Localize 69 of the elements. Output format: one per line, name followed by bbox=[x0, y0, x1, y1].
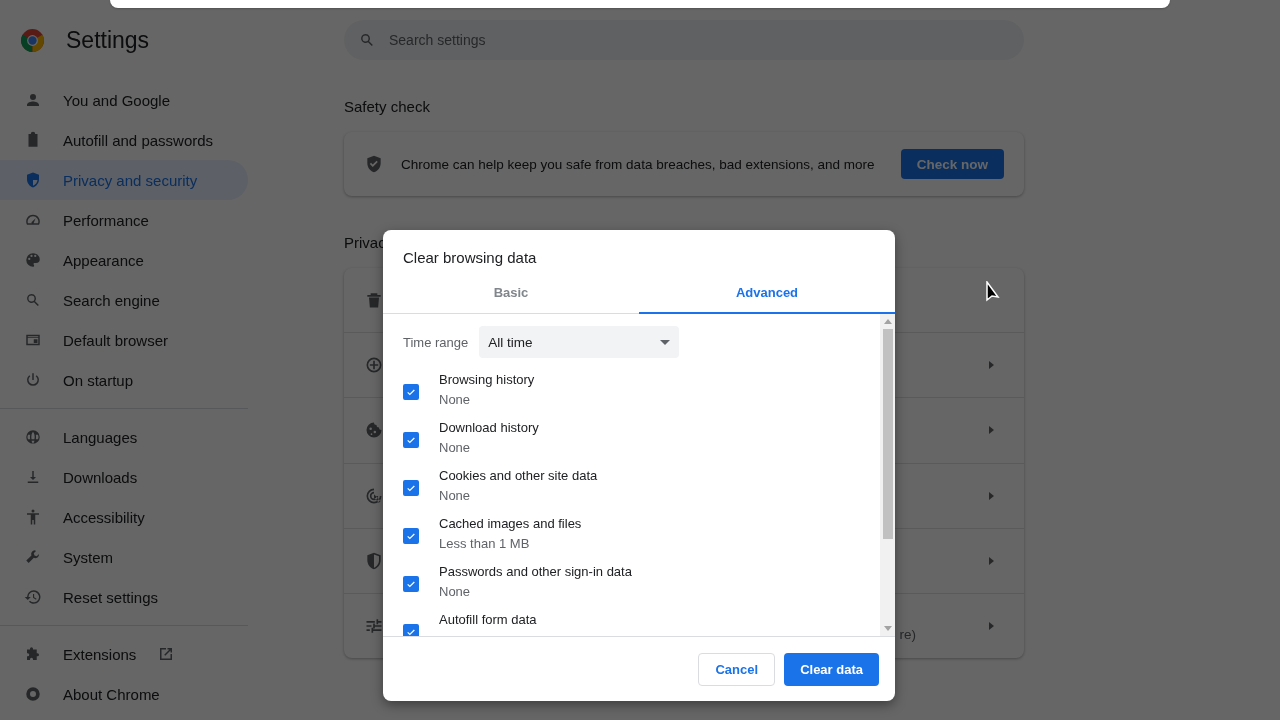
shield-check-icon bbox=[364, 154, 384, 174]
sidebar-item[interactable]: Languages bbox=[0, 417, 248, 457]
accessibility-icon bbox=[24, 508, 42, 526]
sidebar-item[interactable]: About Chrome bbox=[0, 674, 248, 714]
cursor-icon bbox=[986, 281, 1002, 303]
clear-data-button[interactable]: Clear data bbox=[784, 653, 879, 686]
puzzle-icon bbox=[24, 645, 42, 663]
caret-icon bbox=[660, 339, 671, 345]
option-detail: None bbox=[439, 488, 472, 503]
arrow-right-icon[interactable] bbox=[986, 360, 996, 371]
option-label: Browsing history bbox=[439, 372, 535, 387]
sidebar-item[interactable]: You and Google bbox=[0, 80, 248, 120]
dialog-title: Clear browsing data bbox=[402, 248, 538, 268]
cancel-button[interactable]: Cancel bbox=[698, 653, 776, 686]
setting-text: re) bbox=[899, 627, 916, 645]
time-range-label: Time range bbox=[403, 334, 469, 350]
sidebar-item[interactable]: Search engine bbox=[0, 280, 248, 320]
tab[interactable]: Advanced bbox=[639, 276, 895, 314]
section-heading: Safety check bbox=[344, 98, 431, 115]
arrow-right-icon[interactable] bbox=[986, 555, 996, 566]
sidebar-item[interactable]: Downloads bbox=[0, 457, 248, 497]
check-now-button[interactable]: Check now bbox=[900, 149, 1004, 179]
person-icon bbox=[24, 91, 42, 109]
scrollbar[interactable] bbox=[880, 314, 895, 636]
time-range-dropdown[interactable]: All time bbox=[479, 326, 680, 358]
power-icon bbox=[24, 371, 42, 389]
scroll-up-icon[interactable] bbox=[883, 319, 892, 324]
checkbox[interactable] bbox=[403, 432, 419, 448]
tab[interactable]: Basic bbox=[383, 276, 639, 314]
arrow-right-icon[interactable] bbox=[986, 620, 996, 631]
sidebar-item[interactable]: Accessibility bbox=[0, 497, 248, 537]
sidebar-item[interactable]: Extensions bbox=[0, 634, 248, 674]
shield-icon bbox=[364, 550, 384, 571]
palette-icon bbox=[24, 251, 42, 269]
arrow-right-icon[interactable] bbox=[986, 490, 996, 501]
sidebar-item[interactable]: On startup bbox=[0, 360, 248, 400]
globe-icon bbox=[24, 428, 42, 446]
checkbox[interactable] bbox=[403, 576, 419, 592]
checkbox[interactable] bbox=[403, 480, 419, 496]
search-field[interactable]: Search settings bbox=[344, 20, 1024, 60]
sidebar-item[interactable]: Reset settings bbox=[0, 577, 248, 617]
sidebar-item[interactable]: Autofill and passwords bbox=[0, 120, 248, 160]
option-detail: None bbox=[439, 440, 472, 455]
chrome-logo-icon bbox=[20, 27, 45, 53]
section-heading: Privac bbox=[344, 234, 387, 251]
safety-check-text: Chrome can help keep you safe from data breaches, bad extensions, and more bbox=[401, 156, 876, 172]
arrow-right-icon[interactable] bbox=[986, 425, 996, 436]
option-label: Autofill form data bbox=[439, 612, 537, 627]
option-detail: Less than 1 MB bbox=[439, 536, 531, 551]
shield-icon bbox=[24, 171, 42, 189]
wrench-icon bbox=[24, 548, 42, 566]
option-label: Passwords and other sign-in data bbox=[439, 564, 632, 579]
option-detail: None bbox=[439, 584, 472, 599]
checkbox[interactable] bbox=[403, 624, 419, 636]
option-label: Cookies and other site data bbox=[439, 468, 598, 483]
option-label: Cached images and files bbox=[439, 516, 582, 531]
sidebar-item[interactable]: Appearance bbox=[0, 240, 248, 280]
option-detail: None bbox=[439, 392, 472, 407]
history-icon bbox=[24, 588, 42, 606]
checkbox[interactable] bbox=[403, 384, 419, 400]
sidebar-item[interactable]: Privacy and security bbox=[0, 160, 248, 200]
sidebar-item[interactable]: Performance bbox=[0, 200, 248, 240]
option-label: Download history bbox=[439, 420, 539, 435]
trash-icon bbox=[364, 290, 384, 311]
sidebar-item[interactable]: Default browser bbox=[0, 320, 248, 360]
sidebar-item[interactable]: System bbox=[0, 537, 248, 577]
page-title: Settings bbox=[66, 26, 150, 54]
checkbox[interactable] bbox=[403, 528, 419, 544]
scroll-down-icon[interactable] bbox=[883, 626, 892, 631]
